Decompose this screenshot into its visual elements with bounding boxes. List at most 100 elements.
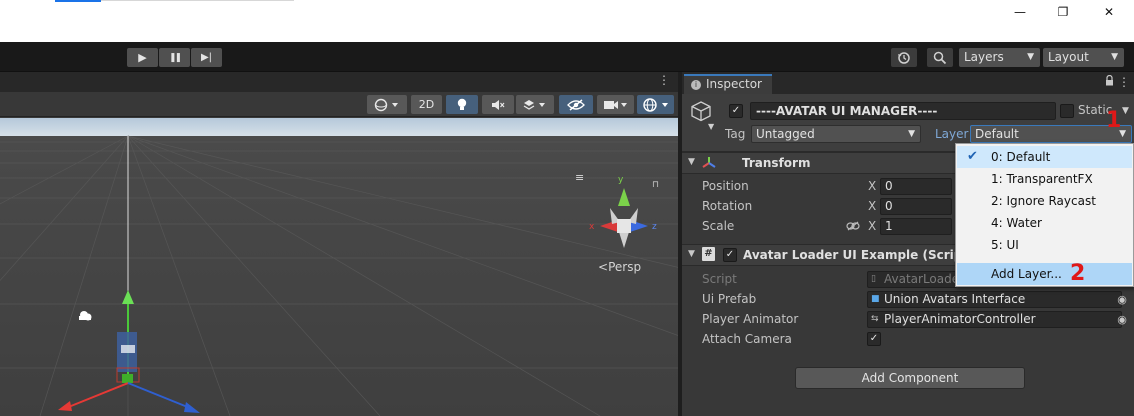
pause-button[interactable]: ❚❚ bbox=[159, 48, 190, 67]
attach-camera-label: Attach Camera bbox=[702, 332, 792, 346]
lighting-toggle[interactable] bbox=[446, 95, 478, 114]
layer-option-label: 2: Ignore Raycast bbox=[991, 194, 1096, 208]
layer-option-ui[interactable]: 5: UI bbox=[957, 234, 1132, 256]
scale-x-label[interactable]: X bbox=[868, 219, 876, 233]
maximize-button[interactable]: ❐ bbox=[1040, 0, 1086, 24]
chevron-down-icon: ▼ bbox=[1027, 52, 1034, 62]
layer-option-transparentfx[interactable]: 1: TransparentFX bbox=[957, 168, 1132, 190]
icon-dropdown-arrow[interactable]: ▼ bbox=[708, 122, 714, 131]
unity-main-toolbar: ▶ ❚❚ ▶| Layers ▼ Layout ▼ bbox=[0, 42, 1134, 72]
layer-label: Layer bbox=[935, 127, 969, 141]
scene-visibility-toggle[interactable] bbox=[559, 95, 593, 114]
inspector-tab-label: Inspector bbox=[706, 77, 762, 91]
step-icon: ▶| bbox=[200, 52, 213, 63]
script-component-title: Avatar Loader UI Example (Script) bbox=[743, 248, 974, 262]
browser-tab-indicator bbox=[55, 0, 101, 2]
layer-dropdown-menu: ✔ 0: Default 1: TransparentFX 2: Ignore R… bbox=[955, 143, 1134, 287]
close-window-button[interactable]: ✕ bbox=[1086, 0, 1132, 24]
audio-toggle[interactable] bbox=[482, 95, 514, 114]
rotation-label: Rotation bbox=[702, 199, 753, 213]
foldout-arrow-icon[interactable]: ▼ bbox=[688, 249, 695, 259]
static-checkbox[interactable] bbox=[1060, 104, 1074, 118]
gizmo-lock-icon[interactable]: ⊓ bbox=[652, 180, 659, 190]
minimize-button[interactable]: — bbox=[997, 0, 1043, 24]
script-field: ▯ AvatarLoade bbox=[867, 271, 960, 288]
undo-history-button[interactable] bbox=[891, 48, 917, 67]
toggle-2d-button[interactable]: 2D bbox=[411, 95, 442, 114]
checkmark-icon: ✔ bbox=[967, 149, 978, 164]
play-button[interactable]: ▶ bbox=[127, 48, 158, 67]
lock-icon[interactable] bbox=[1105, 74, 1114, 89]
tab-inspector[interactable]: i Inspector bbox=[684, 74, 772, 94]
tag-value: Untagged bbox=[756, 127, 815, 141]
add-layer-menu-item[interactable]: Add Layer... bbox=[957, 263, 1132, 285]
effects-dropdown[interactable] bbox=[516, 95, 554, 114]
tag-dropdown[interactable]: Untagged ▼ bbox=[751, 125, 921, 143]
chevron-down-icon: ▼ bbox=[1111, 52, 1118, 62]
layout-dropdown[interactable]: Layout ▼ bbox=[1043, 48, 1124, 67]
draw-mode-dropdown[interactable] bbox=[367, 95, 407, 114]
transform-axes-icon bbox=[702, 157, 716, 168]
player-animator-field[interactable]: ⇆ PlayerAnimatorController bbox=[867, 311, 1122, 328]
layout-dropdown-label: Layout bbox=[1048, 50, 1089, 64]
layer-value: Default bbox=[975, 127, 1019, 141]
gizmo-axis-z-label: z bbox=[652, 222, 657, 232]
ui-prefab-field[interactable]: ■ Union Avatars Interface bbox=[867, 291, 1122, 308]
position-x-label[interactable]: X bbox=[868, 179, 876, 193]
constrain-proportions-icon[interactable] bbox=[846, 221, 860, 231]
layer-option-default[interactable]: ✔ 0: Default bbox=[957, 146, 1132, 168]
layer-option-label: 0: Default bbox=[991, 150, 1051, 164]
chevron-down-icon: ▼ bbox=[908, 129, 915, 139]
inspector-menu-icon[interactable]: ⋮ bbox=[1118, 75, 1130, 89]
projection-toggle[interactable]: <Persp bbox=[598, 260, 641, 274]
object-picker-icon[interactable]: ◉ bbox=[1114, 291, 1130, 308]
layer-option-water[interactable]: 4: Water bbox=[957, 212, 1132, 234]
tag-label: Tag bbox=[725, 127, 746, 141]
static-dropdown-arrow[interactable]: ▼ bbox=[1122, 106, 1129, 116]
scale-x-field[interactable]: 1 bbox=[880, 218, 952, 235]
rotation-x-label[interactable]: X bbox=[868, 199, 876, 213]
pause-icon: ❚❚ bbox=[168, 52, 182, 63]
scene-tab-bar: ⋮ bbox=[0, 72, 678, 92]
step-button[interactable]: ▶| bbox=[191, 48, 222, 67]
position-x-field[interactable]: 0 bbox=[880, 178, 952, 195]
player-animator-value: PlayerAnimatorController bbox=[884, 312, 1036, 326]
object-picker-icon[interactable]: ◉ bbox=[1114, 311, 1130, 328]
gizmos-dropdown[interactable] bbox=[637, 95, 674, 114]
lightbulb-icon bbox=[457, 98, 467, 110]
foldout-arrow-icon[interactable]: ▼ bbox=[688, 157, 695, 167]
eye-hidden-icon bbox=[567, 98, 585, 111]
player-animator-label: Player Animator bbox=[702, 312, 799, 326]
gizmo-axis-y-label: y bbox=[618, 175, 624, 185]
search-button[interactable] bbox=[927, 48, 953, 67]
animator-controller-icon: ⇆ bbox=[871, 314, 879, 324]
camera-settings-dropdown[interactable] bbox=[597, 95, 634, 114]
gameobject-name-field[interactable]: ----AVATAR UI MANAGER---- bbox=[750, 102, 1056, 120]
overlay-menu-icon[interactable]: ≡ bbox=[575, 171, 591, 184]
history-icon bbox=[898, 51, 910, 64]
annotation-step-2: 2 bbox=[1070, 261, 1086, 286]
layer-option-label: 5: UI bbox=[991, 238, 1019, 252]
layers-dropdown-label: Layers bbox=[964, 50, 1004, 64]
search-icon bbox=[933, 51, 947, 64]
script-enabled-checkbox[interactable]: ✓ bbox=[723, 248, 737, 262]
gameobject-cube-icon[interactable] bbox=[690, 100, 712, 122]
add-component-button[interactable]: Add Component bbox=[795, 367, 1025, 389]
scene-view-toolbar: 2D bbox=[0, 92, 678, 117]
scene-viewport[interactable]: ≡ y x z ⊓ <Persp bbox=[0, 118, 678, 416]
os-title-bar: — ❐ ✕ bbox=[0, 0, 1134, 42]
prefab-cube-icon: ■ bbox=[871, 294, 880, 304]
layer-option-ignore-raycast[interactable]: 2: Ignore Raycast bbox=[957, 190, 1132, 212]
script-value: AvatarLoade bbox=[884, 272, 960, 286]
play-controls: ▶ ❚❚ ▶| bbox=[127, 48, 222, 67]
position-label: Position bbox=[702, 179, 749, 193]
chevron-left-icon: < bbox=[598, 260, 609, 274]
layers-dropdown[interactable]: Layers ▼ bbox=[959, 48, 1040, 67]
ui-prefab-value: Union Avatars Interface bbox=[884, 292, 1026, 306]
scale-label: Scale bbox=[702, 219, 735, 233]
attach-camera-checkbox[interactable]: ✓ bbox=[867, 332, 881, 346]
toggle-2d-label: 2D bbox=[418, 98, 435, 111]
scene-menu-icon[interactable]: ⋮ bbox=[658, 73, 670, 87]
rotation-x-field[interactable]: 0 bbox=[880, 198, 952, 215]
gameobject-active-checkbox[interactable]: ✓ bbox=[729, 104, 743, 118]
